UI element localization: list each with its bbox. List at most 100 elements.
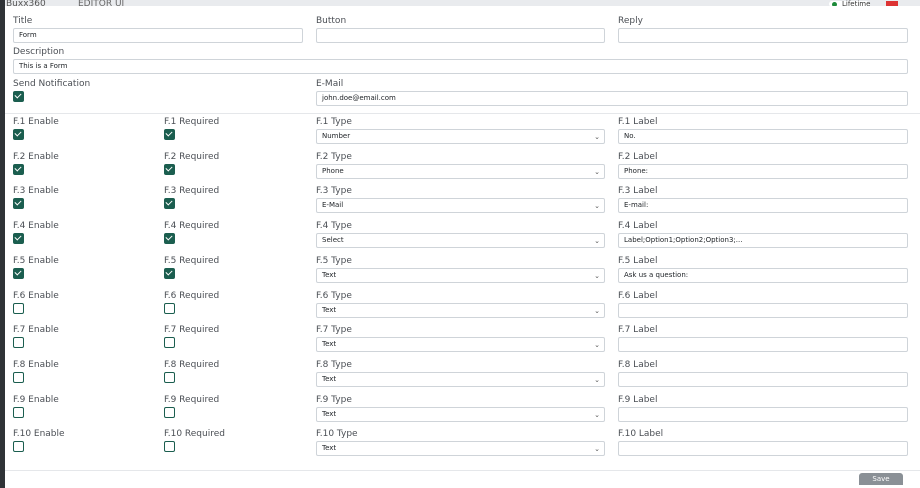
field-label-label: F.10 Label	[618, 429, 664, 440]
field-enable-checkbox[interactable]	[13, 163, 24, 175]
field-type-value: Text	[322, 270, 337, 279]
field-type-value: Number	[322, 132, 351, 140]
field-label-input[interactable]: Label;Option1;Option2;Option3;...	[618, 233, 908, 249]
chevron-down-icon: ⌄	[594, 375, 600, 384]
chevron-down-icon: ⌄	[594, 202, 600, 211]
field-label-label: F.7 Label	[618, 325, 658, 336]
field-type-select[interactable]: Text ⌄	[316, 267, 605, 283]
field-required-checkbox[interactable]	[164, 267, 175, 279]
field-enable-checkbox[interactable]	[13, 233, 24, 245]
field-type-select[interactable]: Phone ⌄	[316, 163, 605, 179]
field-type-label: F.6 Type	[316, 290, 352, 301]
field-label-label: F.4 Label	[618, 221, 658, 232]
title-input[interactable]: Form	[13, 28, 303, 43]
field-required-checkbox[interactable]	[164, 198, 175, 210]
field-type-label: F.8 Type	[316, 359, 352, 370]
field-required-checkbox[interactable]	[164, 371, 175, 383]
field-enable-checkbox[interactable]	[13, 129, 24, 140]
field-required-checkbox[interactable]	[164, 337, 175, 349]
field-required-checkbox[interactable]	[164, 163, 175, 175]
title-label: Title	[13, 16, 33, 26]
field-type-select[interactable]: Text ⌄	[316, 441, 605, 457]
send-notification-label: Send Notification	[13, 79, 91, 89]
field-label-label: F.1 Label	[618, 117, 658, 127]
field-type-value: Text	[322, 409, 337, 418]
field-required-checkbox[interactable]	[164, 406, 175, 418]
chevron-down-icon: ⌄	[594, 341, 600, 350]
field-type-select[interactable]: Text ⌄	[316, 302, 605, 318]
field-enable-checkbox[interactable]	[13, 267, 24, 279]
button-label: Button	[316, 16, 347, 26]
field-enable-label: F.9 Enable	[13, 394, 59, 405]
field-type-select[interactable]: Number ⌄	[316, 129, 605, 144]
field-type-select[interactable]: Text ⌄	[316, 371, 605, 387]
field-enable-label: F.3 Enable	[13, 186, 59, 197]
field-enable-checkbox[interactable]	[13, 406, 24, 418]
field-required-label: F.2 Required	[164, 151, 220, 162]
field-required-label: F.8 Required	[164, 359, 220, 370]
footer-divider	[5, 470, 920, 471]
chevron-down-icon: ⌄	[594, 237, 600, 246]
field-label-input[interactable]: No.	[618, 129, 908, 144]
field-required-label: F.3 Required	[164, 186, 220, 197]
field-required-checkbox[interactable]	[164, 302, 175, 314]
reply-input[interactable]	[618, 28, 908, 43]
chevron-down-icon: ⌄	[594, 133, 600, 141]
description-label: Description	[13, 47, 65, 57]
field-required-label: F.1 Required	[164, 117, 220, 127]
description-input[interactable]: This is a Form	[13, 59, 908, 74]
field-type-value: E-Mail	[322, 201, 344, 210]
field-enable-label: F.4 Enable	[13, 221, 59, 232]
field-enable-label: F.7 Enable	[13, 325, 59, 336]
field-type-label: F.1 Type	[316, 117, 352, 127]
field-label-input[interactable]	[618, 371, 908, 387]
field-label-input[interactable]	[618, 406, 908, 422]
field-label-label: F.9 Label	[618, 394, 658, 405]
field-label-label: F.2 Label	[618, 151, 658, 162]
email-input[interactable]: john.doe@email.com	[316, 91, 908, 106]
field-label-input[interactable]	[618, 441, 908, 457]
field-label-label: F.6 Label	[618, 290, 658, 301]
field-type-label: F.3 Type	[316, 186, 352, 197]
field-enable-checkbox[interactable]	[13, 302, 24, 314]
button-input[interactable]	[316, 28, 605, 43]
field-required-label: F.7 Required	[164, 325, 220, 336]
field-type-label: F.4 Type	[316, 221, 352, 232]
field-enable-checkbox[interactable]	[13, 371, 24, 383]
field-enable-checkbox[interactable]	[13, 337, 24, 349]
field-label-input[interactable]: E-mail:	[618, 198, 908, 214]
chevron-down-icon: ⌄	[594, 445, 600, 454]
field-type-value: Text	[322, 305, 337, 314]
chevron-down-icon: ⌄	[594, 306, 600, 315]
field-enable-checkbox[interactable]	[13, 441, 24, 453]
field-required-label: F.10 Required	[164, 429, 225, 440]
field-label-label: F.5 Label	[618, 255, 658, 266]
chevron-down-icon: ⌄	[594, 167, 600, 176]
field-type-select[interactable]: Text ⌄	[316, 337, 605, 353]
field-label-input[interactable]	[618, 337, 908, 353]
field-label-input[interactable]: Phone:	[618, 163, 908, 179]
field-label-label: F.3 Label	[618, 186, 658, 197]
field-required-label: F.9 Required	[164, 394, 220, 405]
field-type-select[interactable]: Text ⌄	[316, 406, 605, 422]
field-type-value: Select	[322, 236, 344, 245]
field-type-label: F.5 Type	[316, 255, 352, 266]
field-type-select[interactable]: Select ⌄	[316, 233, 605, 249]
field-label-input[interactable]: Ask us a question:	[618, 267, 908, 283]
field-type-select[interactable]: E-Mail ⌄	[316, 198, 605, 214]
field-enable-label: F.2 Enable	[13, 151, 59, 162]
field-required-checkbox[interactable]	[164, 233, 175, 245]
field-enable-checkbox[interactable]	[13, 198, 24, 210]
field-label-input[interactable]	[618, 302, 908, 318]
field-required-checkbox[interactable]	[164, 441, 175, 453]
email-label: E-Mail	[316, 79, 344, 89]
save-button[interactable]: Save	[859, 473, 903, 485]
field-enable-label: F.10 Enable	[13, 429, 65, 440]
field-enable-label: F.1 Enable	[13, 117, 59, 127]
field-type-value: Text	[322, 340, 337, 349]
send-notification-checkbox[interactable]	[13, 91, 24, 102]
field-required-checkbox[interactable]	[164, 129, 175, 140]
field-type-value: Text	[322, 444, 337, 453]
form-modal: Title Form Button Reply Description This…	[5, 6, 920, 488]
reply-label: Reply	[618, 16, 643, 26]
